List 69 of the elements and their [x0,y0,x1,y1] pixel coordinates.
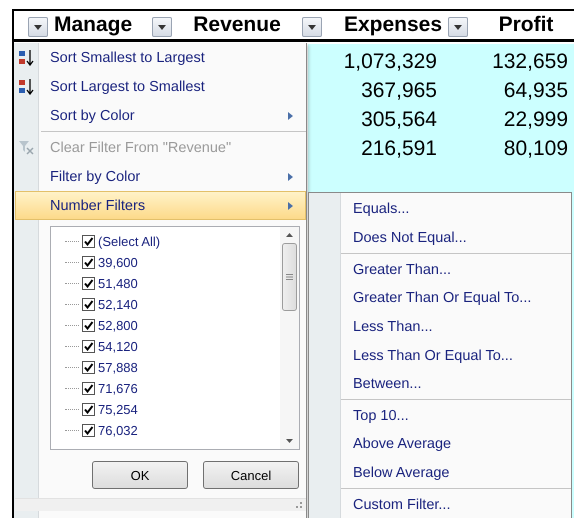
column-header: Profit [498,13,554,37]
list-item[interactable]: 75,254 [65,399,280,420]
sort-descending-icon [18,78,36,96]
menu-item[interactable]: Less Than Or Equal To... [341,341,571,370]
menu-item[interactable]: Custom Filter... [341,490,571,518]
checkbox[interactable] [82,298,95,311]
table-cell-text: 305,564 [360,108,437,132]
list-item[interactable]: 52,800 [65,315,280,336]
list-item[interactable]: 39,600 [65,252,280,273]
grip-lines-icon [286,274,293,280]
filter-dropdown-button[interactable] [448,17,468,37]
checkbox[interactable] [82,424,95,437]
table-cell-text: 64,935 [502,78,568,102]
menu-item[interactable]: Greater Than... [341,255,571,284]
menu-item[interactable]: Equals... [341,195,571,224]
table-cell-text: 216,591 [360,136,437,160]
menu-item[interactable]: Filter by Color [15,162,306,191]
submenu-arrow-icon [288,112,293,120]
list-item[interactable]: 71,676 [65,378,280,399]
menu-item[interactable]: Sort by Color [15,101,306,130]
filter-dropdown-button[interactable] [302,17,322,37]
column-header: Revenue [192,13,282,37]
dialog-button[interactable]: Cancel [203,461,299,489]
menu-item[interactable]: Sort Smallest to Largest [15,43,306,72]
resize-grip-icon[interactable] [296,502,302,508]
submenu-arrow-icon [288,202,293,210]
list-item[interactable]: 51,480 [65,273,280,294]
menu-item[interactable]: Does Not Equal... [341,224,571,252]
table-cell-text: 80,109 [502,136,568,160]
table-cell-text: 132,659 [491,50,568,74]
menu-item[interactable]: Sort Largest to Smallest [15,72,306,101]
menu-item[interactable]: Top 10... [341,401,571,430]
checkbox[interactable] [82,340,95,353]
menu-item[interactable]: Between... [341,370,571,398]
list-item[interactable]: 52,140 [65,294,280,315]
checkbox[interactable] [82,403,95,416]
menu-item[interactable]: Below Average [341,458,571,488]
caret-icon [454,24,462,30]
column-header: Expenses [342,13,443,37]
caret-icon [158,24,166,30]
table-cell-text: 1,073,329 [342,50,437,74]
sort-ascending-icon [18,49,36,67]
checkbox[interactable] [82,256,95,269]
menu-item[interactable]: Number Filters [15,191,306,220]
caret-icon [34,24,42,30]
menu-item[interactable]: Less Than... [341,312,571,342]
menu-item[interactable]: Greater Than Or Equal To... [341,284,571,313]
checkbox[interactable] [82,361,95,374]
list-item[interactable]: 57,888 [65,357,280,378]
checkbox[interactable] [82,319,95,332]
clear-filter-icon [18,139,34,155]
scroll-up-icon[interactable] [286,233,293,237]
scrollbar[interactable] [280,227,299,449]
checkbox[interactable] [82,277,95,290]
column-header: Manage [53,13,134,37]
table-cell-text: 22,999 [502,108,568,132]
list-item[interactable]: 54,120 [65,336,280,357]
checkbox[interactable] [82,382,95,395]
list-item[interactable]: (Select All) [65,231,280,252]
submenu-arrow-icon [288,172,293,180]
caret-icon [308,24,316,30]
filter-dropdown-button[interactable] [28,17,48,37]
list-item[interactable]: 76,032 [65,420,280,441]
dialog-button[interactable]: OK [92,461,188,489]
filter-dropdown-button[interactable] [152,17,172,37]
checkbox[interactable] [82,235,95,248]
menu-item[interactable]: Above Average [341,430,571,459]
scroll-down-icon[interactable] [286,439,293,443]
table-cell-text: 367,965 [360,78,437,102]
